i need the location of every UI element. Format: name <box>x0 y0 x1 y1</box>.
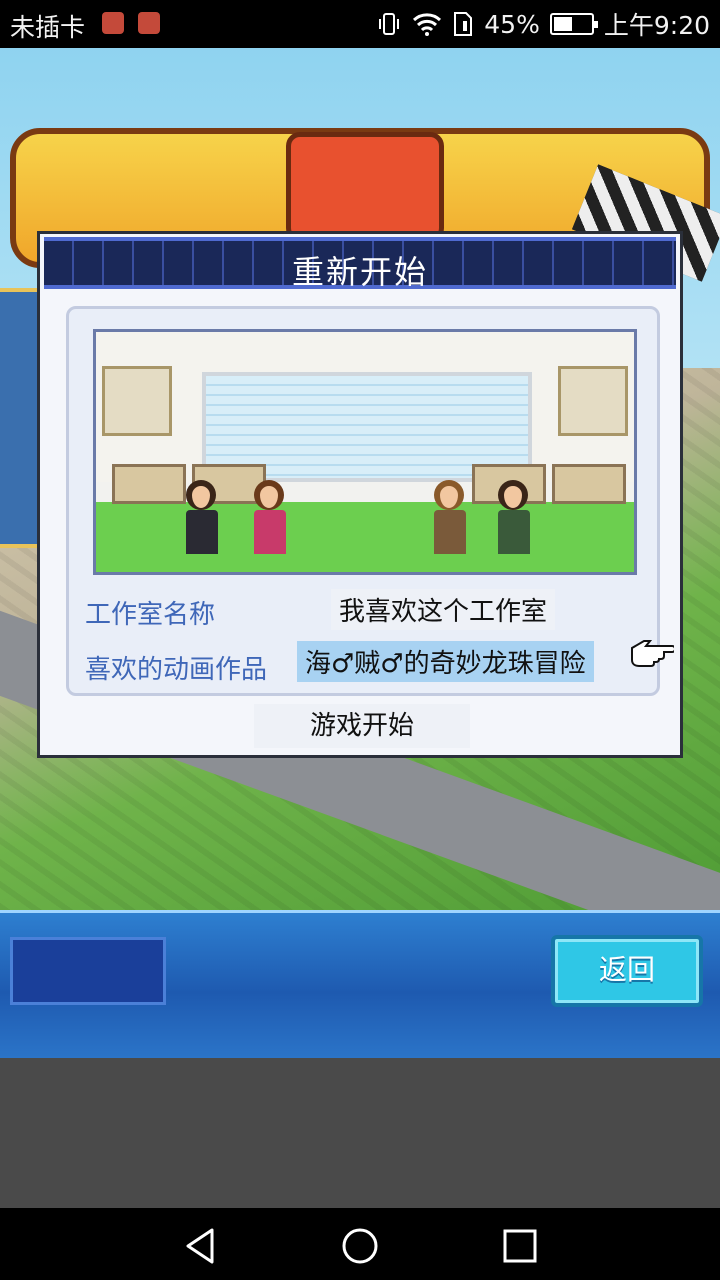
dialog-content: 工作室名称 我喜欢这个工作室 喜欢的动画作品 海♂贼♂的奇妙龙珠冒险 <box>66 306 660 696</box>
mail-notification-icon <box>102 12 124 34</box>
vibrate-icon <box>379 13 400 35</box>
carrier-text: 未插卡 <box>10 13 86 42</box>
desk <box>552 464 626 504</box>
pointer-hand-icon <box>631 640 674 667</box>
battery-percent: 45% <box>484 9 540 39</box>
staff-character <box>498 480 530 554</box>
navigation-bar <box>0 1208 720 1280</box>
nav-recent-icon[interactable] <box>500 1226 540 1266</box>
favorite-anime-label: 喜欢的动画作品 <box>85 655 268 685</box>
nav-back-icon[interactable] <box>180 1226 220 1266</box>
studio-name-field[interactable]: 我喜欢这个工作室 <box>331 589 556 630</box>
staff-character <box>254 480 286 554</box>
nav-home-icon[interactable] <box>340 1226 380 1266</box>
favorite-anime-field[interactable]: 海♂贼♂的奇妙龙珠冒险 <box>297 641 594 682</box>
shelf <box>102 366 172 436</box>
info-box <box>10 937 166 1005</box>
status-bar: 未插卡 45% 上午9:20 <box>0 0 720 48</box>
app-notification-icon <box>138 12 160 34</box>
shelf <box>558 366 628 436</box>
battery-icon <box>549 13 598 35</box>
empty-area <box>0 1058 720 1208</box>
tv-logo-icon <box>286 132 444 242</box>
studio-name-label: 工作室名称 <box>85 600 216 630</box>
dialog-title: 重新开始 <box>291 253 428 291</box>
back-button[interactable]: 返回 <box>551 935 703 1007</box>
desk <box>112 464 186 504</box>
restart-dialog: 重新开始 工作室名称 我喜欢这个工作室 喜欢的动画作品 海♂贼♂的奇妙龙珠冒险 … <box>37 231 683 758</box>
office-illustration <box>93 329 637 575</box>
game-start-button[interactable]: 游戏开始 <box>254 704 470 748</box>
sim-icon <box>454 12 473 36</box>
wifi-icon <box>413 13 442 36</box>
status-indicators: 45% 上午9:20 <box>376 8 710 40</box>
bottom-panel: 返回 <box>0 910 720 1058</box>
clock: 上午9:20 <box>603 11 710 40</box>
staff-character <box>434 480 466 554</box>
dialog-header: 重新开始 <box>44 237 676 291</box>
staff-character <box>186 480 218 554</box>
